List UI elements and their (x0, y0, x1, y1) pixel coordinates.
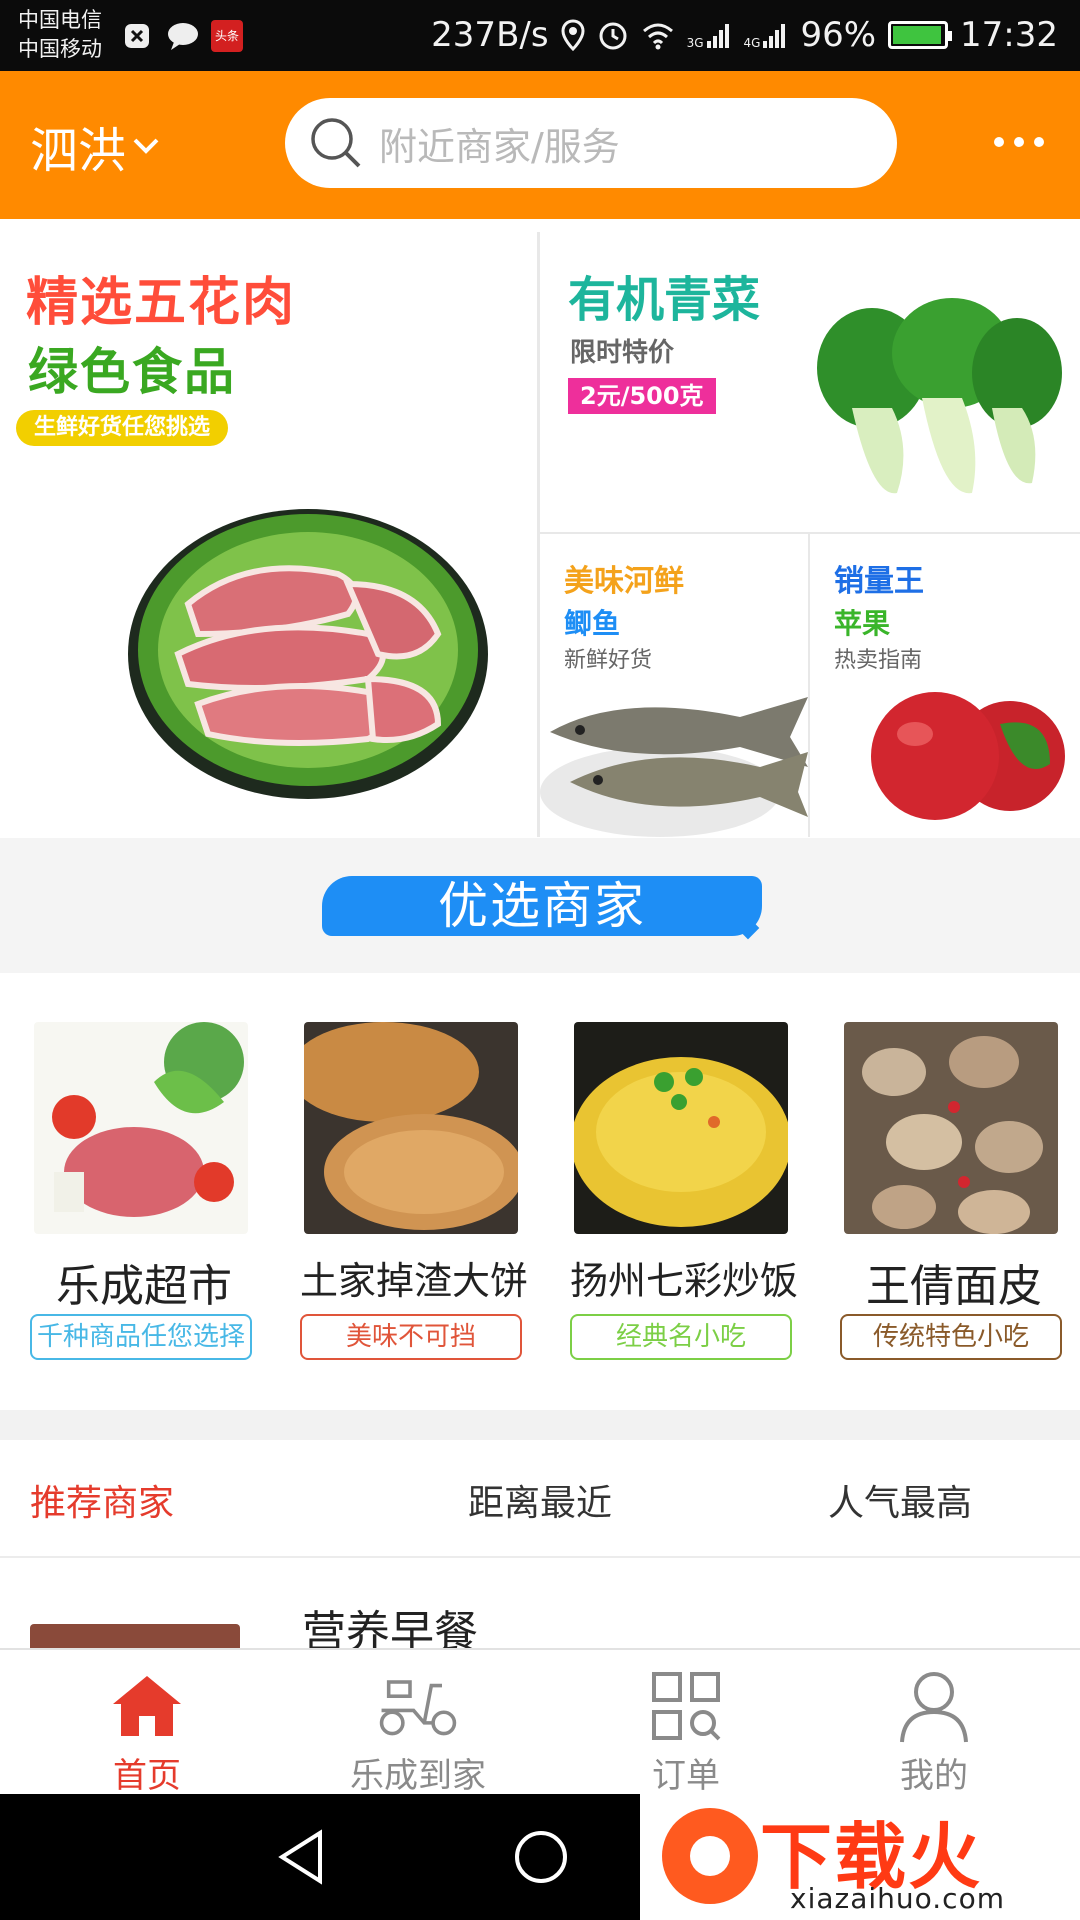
more-menu-button[interactable] (994, 127, 1044, 157)
signal-icon (706, 24, 729, 48)
promo-vegetable-card[interactable]: 有机青菜 限时特价 2元/500克 (540, 232, 1080, 532)
nav-label: 订单 (652, 1756, 720, 1796)
fish-image (540, 697, 808, 837)
promo-veg-price: 2元/500克 (568, 378, 716, 414)
network-speed: 237B/s (431, 15, 549, 55)
battery-percent: 96% (800, 15, 877, 55)
signal-2-indicator: 4G (744, 21, 789, 49)
section-header-band: 优选商家 (0, 838, 1080, 973)
promo-main-subtitle: 绿色食品 (28, 343, 236, 401)
pork-plate-image (128, 509, 488, 799)
promo-pork-card[interactable]: 精选五花肉 绿色食品 生鲜好货任您挑选 (0, 232, 537, 837)
merchant-name: 乐成超市 (56, 1261, 232, 1312)
promo-fish-desc: 新鲜好货 (564, 648, 653, 673)
nav-profile[interactable]: 我的 (834, 1660, 1034, 1796)
nav-orders[interactable]: 订单 (586, 1660, 786, 1796)
watermark-url: xiazaihuo.com (790, 1882, 1005, 1915)
watermark-logo (662, 1808, 758, 1904)
back-icon[interactable] (266, 1822, 336, 1892)
message-icon (165, 18, 201, 54)
tab-most-popular[interactable]: 人气最高 (828, 1474, 972, 1526)
nav-label: 首页 (113, 1756, 181, 1796)
promo-apple-desc: 热卖指南 (834, 648, 923, 673)
chevron-down-icon (133, 138, 159, 154)
bok-choy-image (817, 298, 1062, 494)
carrier-1: 中国电信 (18, 8, 102, 32)
search-bar[interactable]: 附近商家/服务 (285, 98, 897, 188)
promo-fish-card[interactable]: 美味河鲜 鲫鱼 新鲜好货 (540, 534, 808, 837)
carrier-info: 中国电信 中国移动 (18, 6, 102, 64)
signal-2-label: 4G (743, 36, 761, 50)
more-dot (994, 137, 1004, 147)
app-notification-icon (122, 18, 152, 54)
apple-image (871, 692, 1065, 820)
location-icon (561, 19, 585, 51)
tab-nearest[interactable]: 距离最近 (468, 1474, 612, 1526)
carrier-2: 中国移动 (18, 37, 102, 61)
wifi-icon (642, 23, 673, 50)
promo-fish-name: 鲫鱼 (564, 607, 621, 640)
merchant-tag: 经典名小吃 (570, 1314, 792, 1360)
merchant-image (844, 1022, 1058, 1234)
merchant-tag: 千种商品任您选择 (30, 1314, 252, 1360)
signal-icon-2 (763, 24, 786, 48)
nav-home[interactable]: 首页 (47, 1660, 247, 1796)
section-title: 优选商家 (322, 876, 762, 936)
city-selector[interactable]: 泗洪 (30, 111, 160, 181)
alarm-icon (599, 22, 627, 50)
tab-recommended[interactable]: 推荐商家 (30, 1474, 174, 1526)
nav-delivery[interactable]: 乐成到家 (318, 1660, 518, 1796)
more-dot (1014, 137, 1024, 147)
home-icon (107, 1666, 187, 1746)
orders-icon (646, 1666, 726, 1746)
status-bar: 中国电信 中国移动 头条 237B/s 3G 4G 96% 17:32 (0, 0, 1080, 71)
merchant-image (304, 1022, 518, 1234)
merchant-name: 土家掉渣大饼 (299, 1259, 528, 1303)
merchant-image (34, 1022, 248, 1234)
status-right: 237B/s 3G 4G 96% 17:32 (431, 12, 1058, 58)
bottom-navigation: 首页 乐成到家 订单 我的 (0, 1648, 1080, 1796)
app-header: 泗洪 附近商家/服务 (0, 71, 1080, 219)
user-icon (894, 1666, 974, 1746)
promo-banner-grid: 精选五花肉 绿色食品 生鲜好货任您挑选 有机青菜 限时特价 2元/500克 美味… (0, 232, 1080, 837)
more-dot (1034, 137, 1044, 147)
nav-label: 我的 (900, 1756, 968, 1796)
merchant-image (574, 1022, 788, 1234)
merchant-name: 扬州七彩炒饭 (569, 1259, 798, 1303)
merchant-tag: 传统特色小吃 (840, 1314, 1062, 1360)
promo-veg-subtitle: 限时特价 (570, 338, 675, 368)
nav-label: 乐成到家 (350, 1756, 486, 1796)
promo-apple-title: 销量王 (834, 564, 924, 599)
signal-1-indicator: 3G (687, 21, 732, 49)
battery-fill (893, 26, 942, 44)
search-icon (311, 118, 361, 168)
home-button-icon[interactable] (506, 1822, 576, 1892)
merchant-tag: 美味不可挡 (300, 1314, 522, 1360)
featured-merchants: 乐成超市 千种商品任您选择 土家掉渣大饼 美味不可挡 扬州七彩炒饭 经典名小吃 … (0, 974, 1080, 1410)
section-gap (0, 1410, 1080, 1440)
promo-apple-name: 苹果 (834, 607, 891, 640)
merchant-name: 王倩面皮 (866, 1261, 1042, 1312)
merchant-list-item[interactable]: 营养早餐 (0, 1560, 1080, 1648)
promo-fish-title: 美味河鲜 (564, 564, 684, 599)
signal-1-label: 3G (686, 36, 704, 50)
scooter-icon (378, 1666, 458, 1746)
promo-apple-card[interactable]: 销量王 苹果 热卖指南 (810, 534, 1080, 837)
sort-tabs: 推荐商家 距离最近 人气最高 (0, 1440, 1080, 1558)
toutiao-app-icon: 头条 (210, 18, 244, 54)
list-item-thumbnail (30, 1624, 240, 1648)
battery-icon (888, 21, 953, 49)
watermark: 下载火 xiazaihuo.com (640, 1794, 1080, 1920)
promo-main-title: 精选五花肉 (26, 273, 297, 333)
clock: 17:32 (960, 15, 1058, 55)
city-name: 泗洪 (30, 123, 127, 179)
search-placeholder: 附近商家/服务 (379, 124, 620, 169)
promo-veg-title: 有机青菜 (568, 272, 761, 328)
promo-main-tag: 生鲜好货任您挑选 (16, 410, 229, 446)
toutiao-badge: 头条 (211, 20, 243, 52)
list-item-title: 营养早餐 (302, 1607, 478, 1648)
